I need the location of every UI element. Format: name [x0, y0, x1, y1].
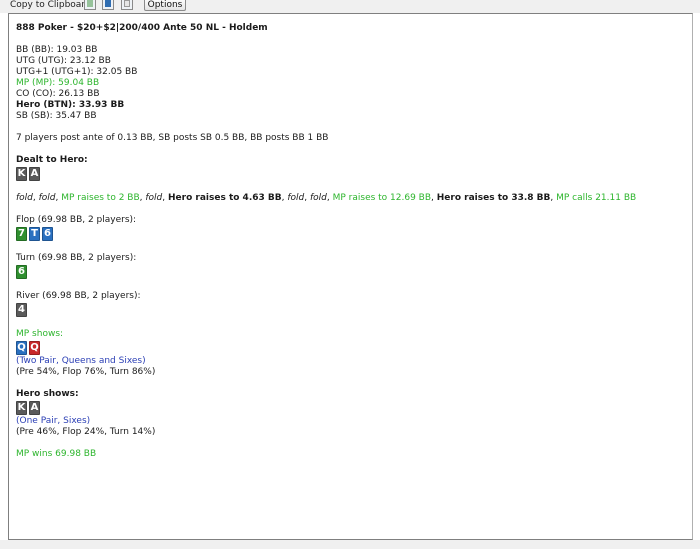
copy-text-button[interactable]	[121, 0, 133, 10]
action-segment: MP raises to 2 BB	[61, 193, 140, 203]
flop-label: Flop (69.98 BB, 2 players):	[16, 215, 137, 225]
spreadsheet-icon	[87, 0, 93, 7]
stacks-list: BB (BB): 19.03 BB UTG (UTG): 23.12 BB UTG+…	[16, 45, 686, 122]
dealt-label: Dealt to Hero:	[16, 155, 88, 165]
copy-forum-button[interactable]	[84, 0, 96, 10]
mp-shows-label: MP shows:	[16, 329, 64, 339]
playing-card: K	[16, 167, 27, 181]
playing-card: 4	[16, 303, 27, 317]
text-document-icon	[124, 0, 130, 7]
river-label: River (69.98 BB, 2 players):	[16, 291, 141, 301]
playing-card: 6	[42, 227, 53, 241]
options-button[interactable]: Options	[144, 0, 186, 11]
river-cards: 4	[16, 303, 686, 317]
playing-card: A	[29, 167, 40, 181]
hero-equity: (Pre 46%, Flop 24%, Turn 14%)	[16, 427, 156, 437]
stack-line: MP (MP): 59.04 BB	[16, 78, 100, 88]
stack-line: CO (CO): 26.13 BB	[16, 89, 100, 99]
action-segment: Hero raises to 4.63 BB	[168, 193, 282, 203]
turn-cards: 6	[16, 265, 686, 279]
toolbar: Copy to Clipboard: Options	[0, 0, 700, 13]
action-segment: MP calls 21.11 BB	[556, 193, 637, 203]
hand-history-content: 888 Poker - $20+$2|200/400 Ante 50 NL - …	[16, 23, 686, 460]
stack-line: BB (BB): 19.03 BB	[16, 45, 98, 55]
hero-shows-label: Hero shows:	[16, 389, 79, 399]
hand-title: 888 Poker - $20+$2|200/400 Ante 50 NL - …	[16, 23, 268, 33]
playing-card: 7	[16, 227, 27, 241]
hero-show-cards: KA	[16, 401, 686, 415]
result-line: MP wins 69.98 BB	[16, 449, 97, 459]
stack-line: UTG (UTG): 23.12 BB	[16, 56, 111, 66]
hero-hand-description: (One Pair, Sixes)	[16, 416, 91, 426]
hand-history-panel: 888 Poker - $20+$2|200/400 Ante 50 NL - …	[8, 13, 693, 540]
html-icon	[105, 0, 111, 7]
stack-line: Hero (BTN): 33.93 BB	[16, 100, 125, 110]
playing-card: T	[29, 227, 40, 241]
action-segment: fold	[145, 193, 163, 203]
playing-card: K	[16, 401, 27, 415]
copy-html-button[interactable]	[102, 0, 114, 10]
flop-cards: 7T6	[16, 227, 686, 241]
copy-to-clipboard-label: Copy to Clipboard:	[10, 0, 94, 10]
action-segment: fold	[16, 193, 33, 203]
action-segment: fold	[38, 193, 56, 203]
blinds-line: 7 players post ante of 0.13 BB, SB posts…	[16, 133, 329, 143]
mp-cards: QQ	[16, 341, 686, 355]
stack-line: UTG+1 (UTG+1): 32.05 BB	[16, 67, 138, 77]
action-segment: MP raises to 12.69 BB	[332, 193, 432, 203]
stack-line: SB (SB): 35.47 BB	[16, 111, 97, 121]
playing-card: Q	[29, 341, 40, 355]
playing-card: Q	[16, 341, 27, 355]
preflop-actions: fold, fold, MP raises to 2 BB, fold, Her…	[16, 193, 686, 204]
action-segment: fold	[309, 193, 327, 203]
mp-equity: (Pre 54%, Flop 76%, Turn 86%)	[16, 367, 156, 377]
action-segment: Hero raises to 33.8 BB	[436, 193, 551, 203]
playing-card: A	[29, 401, 40, 415]
window-bottom-edge	[0, 540, 700, 549]
turn-label: Turn (69.98 BB, 2 players):	[16, 253, 137, 263]
mp-hand-description: (Two Pair, Queens and Sixes)	[16, 356, 146, 366]
action-segment: fold	[287, 193, 305, 203]
playing-card: 6	[16, 265, 27, 279]
hero-cards: KA	[16, 167, 686, 181]
